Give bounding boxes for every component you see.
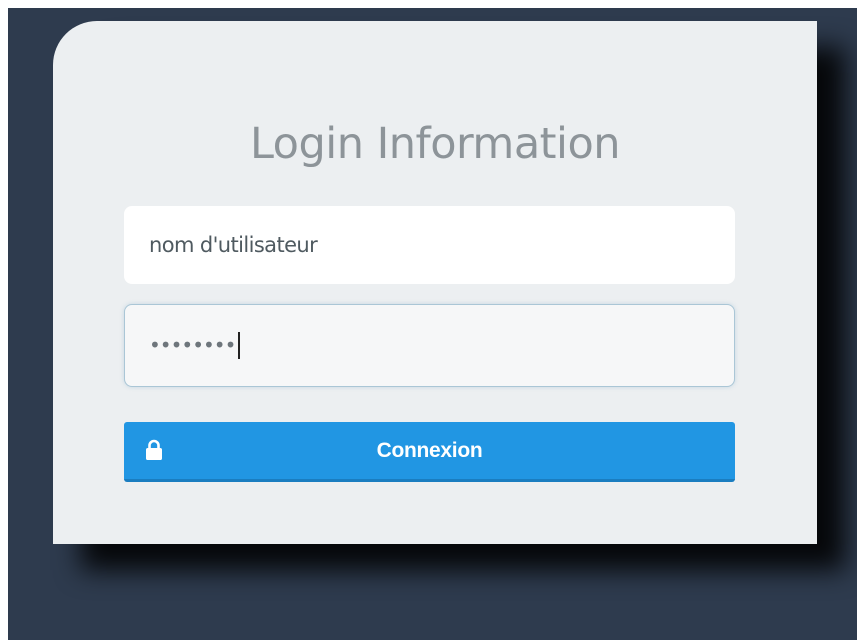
login-title: Login Information bbox=[249, 119, 621, 169]
username-field-container bbox=[124, 206, 735, 284]
login-button[interactable]: Connexion bbox=[124, 422, 735, 482]
password-field-container: •••••••• bbox=[124, 304, 735, 387]
login-button-label: Connexion bbox=[376, 439, 483, 462]
username-input[interactable] bbox=[124, 206, 735, 284]
password-input[interactable] bbox=[125, 305, 734, 386]
login-panel: Login Information •••••••• Connexion bbox=[53, 21, 817, 544]
